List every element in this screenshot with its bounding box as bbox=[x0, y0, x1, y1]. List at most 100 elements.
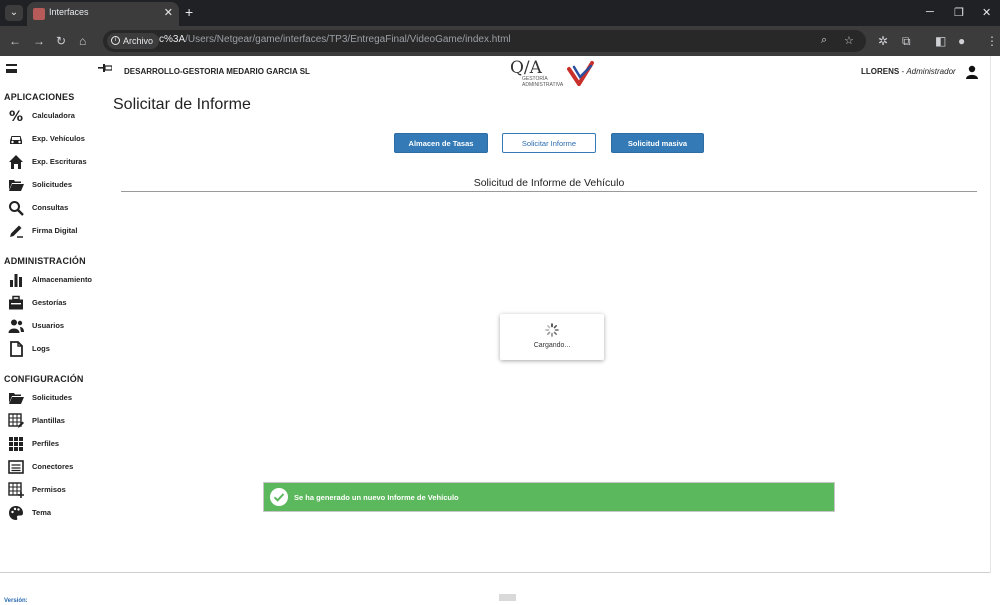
briefcase-icon bbox=[9, 295, 23, 310]
solicitud-masiva-button[interactable]: Solicitud masiva bbox=[611, 133, 704, 153]
browser-toolbar: ← → ↻ ⌂ i Archivo c%3A/Users/Netgear/gam… bbox=[0, 26, 1000, 56]
users-icon bbox=[8, 319, 24, 333]
forward-arrow-icon[interactable]: → bbox=[33, 34, 45, 48]
table-add-icon bbox=[8, 482, 24, 498]
url-text: c%3A/Users/Netgear/game/interfaces/TP3/E… bbox=[159, 34, 511, 45]
home-icon[interactable]: ⌂ bbox=[79, 34, 86, 48]
sidebar-item-label: Firma Digital bbox=[32, 226, 78, 235]
sidebar-item-conectores[interactable]: Conectores bbox=[4, 457, 104, 477]
page-title: Solicitar de Informe bbox=[113, 96, 251, 113]
minimize-icon[interactable]: ─ bbox=[926, 6, 934, 18]
car-icon bbox=[10, 136, 22, 144]
user-role: Administrador bbox=[906, 67, 956, 76]
sidebar-item-label: Solicitudes bbox=[32, 393, 73, 402]
palette-icon bbox=[9, 506, 23, 520]
table-edit-icon bbox=[8, 413, 24, 428]
window-close-icon[interactable]: ✕ bbox=[982, 6, 991, 19]
user-name: LLORENS bbox=[861, 67, 900, 76]
address-bar[interactable]: i Archivo c%3A/Users/Netgear/game/interf… bbox=[103, 30, 866, 52]
percent-icon: % bbox=[9, 109, 23, 124]
solicitar-informe-button[interactable]: Solicitar Informe bbox=[502, 133, 596, 153]
sidebar-item-label: Plantillas bbox=[32, 416, 65, 425]
sidebar: APLICACIONES % Calculadora Exp. Vehículo… bbox=[0, 89, 105, 604]
sidebar-item-almacenamiento[interactable]: Almacenamiento bbox=[4, 270, 104, 290]
user-account-icon[interactable] bbox=[965, 65, 979, 79]
pen-icon bbox=[10, 225, 23, 238]
info-icon: i bbox=[111, 36, 120, 45]
side-panel-icon[interactable]: ◧ bbox=[935, 34, 946, 48]
sidebar-item-gestorias[interactable]: Gestorías bbox=[4, 293, 104, 313]
restore-icon[interactable]: ❐ bbox=[954, 6, 964, 19]
browser-menu-icon[interactable]: ⋮ bbox=[986, 34, 998, 48]
sidebar-item-plantillas[interactable]: Plantillas bbox=[4, 411, 104, 431]
extensions-puzzle-icon[interactable]: ⧉ bbox=[902, 34, 911, 49]
sidebar-item-config-solicitudes[interactable]: Solicitudes bbox=[4, 388, 104, 408]
search-icon bbox=[9, 201, 24, 216]
sidebar-item-usuarios[interactable]: Usuarios bbox=[4, 316, 104, 336]
tab-title: Interfaces bbox=[49, 7, 89, 17]
sidebar-item-permisos[interactable]: Permisos bbox=[4, 480, 104, 500]
sidebar-item-exp-escrituras[interactable]: Exp. Escrituras bbox=[4, 152, 104, 172]
tab-close-icon[interactable]: ✕ bbox=[164, 6, 173, 19]
list-box-icon bbox=[8, 460, 24, 474]
horizontal-scroll-thumb[interactable] bbox=[499, 594, 516, 601]
extension-gear-icon[interactable]: ✲ bbox=[878, 34, 888, 48]
sidebar-item-label: Solicitudes bbox=[32, 180, 73, 189]
sidebar-item-perfiles[interactable]: Perfiles bbox=[4, 434, 104, 454]
pin-icon[interactable] bbox=[98, 63, 112, 73]
sidebar-item-label: Gestorías bbox=[32, 298, 67, 307]
browser-tabstrip: ⌄ Interfaces ✕ + ─ ❐ ✕ bbox=[0, 0, 1000, 26]
app-page: DESARROLLO-GESTORIA MEDARIO GARCIA SL Q/… bbox=[0, 56, 1000, 605]
sidebar-item-label: Usuarios bbox=[32, 321, 65, 330]
bar-chart-icon bbox=[10, 274, 22, 287]
section-title-administracion: ADMINISTRACIÓN bbox=[4, 256, 86, 266]
back-arrow-icon[interactable]: ← bbox=[9, 34, 21, 48]
version-label: Versión: bbox=[4, 598, 28, 604]
loading-text: Cargando... bbox=[533, 342, 571, 349]
home-icon bbox=[9, 155, 23, 169]
section-title-configuracion: CONFIGURACIÓN bbox=[4, 374, 84, 384]
sidebar-item-firma-digital[interactable]: Firma Digital bbox=[4, 221, 104, 241]
almacen-tasas-button[interactable]: Almacen de Tasas bbox=[394, 133, 488, 153]
success-alert: Se ha generado un nuevo Informe de Vehíc… bbox=[263, 482, 835, 512]
spinner-icon bbox=[545, 323, 559, 337]
sidebar-item-label: Conectores bbox=[32, 462, 74, 471]
sidebar-item-label: Calculadora bbox=[32, 111, 75, 120]
logo-check-icon bbox=[567, 61, 594, 86]
url-host: c%3A bbox=[159, 34, 186, 45]
sidebar-item-label: Tema bbox=[32, 508, 52, 517]
sidebar-item-label: Exp. Vehículos bbox=[32, 134, 85, 143]
page-scrollbar-track[interactable] bbox=[990, 56, 991, 573]
folder-open-icon bbox=[9, 393, 24, 404]
reload-icon[interactable]: ↻ bbox=[56, 34, 66, 48]
section-title: Solicitud de Informe de Vehículo bbox=[473, 177, 625, 189]
sidebar-item-label: Almacenamiento bbox=[32, 275, 93, 284]
browser-tab[interactable]: Interfaces ✕ bbox=[27, 2, 179, 26]
sidebar-item-label: Logs bbox=[32, 344, 50, 353]
logo-subtitle: GESTORÍA ADMINISTRATIVA bbox=[522, 76, 563, 88]
bookmark-star-icon[interactable]: ☆ bbox=[844, 34, 854, 47]
section-divider bbox=[121, 191, 977, 192]
sidebar-item-consultas[interactable]: Consultas bbox=[4, 198, 104, 218]
alert-message: Se ha generado un nuevo Informe de Vehíc… bbox=[294, 493, 459, 502]
section-title-aplicaciones: APLICACIONES bbox=[4, 92, 75, 102]
svg-text:%: % bbox=[9, 109, 23, 124]
site-info-label: Archivo bbox=[123, 36, 154, 46]
site-info-chip[interactable]: i Archivo bbox=[107, 33, 160, 49]
sidebar-item-label: Consultas bbox=[32, 203, 69, 212]
sidebar-item-tema[interactable]: Tema bbox=[4, 503, 104, 523]
sidebar-item-exp-vehiculos[interactable]: Exp. Vehículos bbox=[4, 129, 104, 149]
hamburger-menu-icon[interactable] bbox=[6, 64, 17, 73]
new-tab-button[interactable]: + bbox=[185, 4, 193, 20]
zoom-icon[interactable]: ⌕ bbox=[821, 34, 827, 47]
company-name: DESARROLLO-GESTORIA MEDARIO GARCIA SL bbox=[124, 67, 310, 76]
folder-open-icon bbox=[9, 180, 24, 191]
profile-avatar-icon[interactable]: ● bbox=[958, 34, 965, 48]
url-path: /Users/Netgear/game/interfaces/TP3/Entre… bbox=[185, 34, 511, 45]
user-label: LLORENS - Administrador bbox=[861, 67, 956, 76]
tab-search-chevron-icon[interactable]: ⌄ bbox=[5, 5, 23, 21]
sidebar-item-calculadora[interactable]: % Calculadora bbox=[4, 106, 104, 126]
sidebar-item-logs[interactable]: Logs bbox=[4, 339, 104, 359]
sidebar-item-label: Perfiles bbox=[32, 439, 60, 448]
sidebar-item-solicitudes[interactable]: Solicitudes bbox=[4, 175, 104, 195]
